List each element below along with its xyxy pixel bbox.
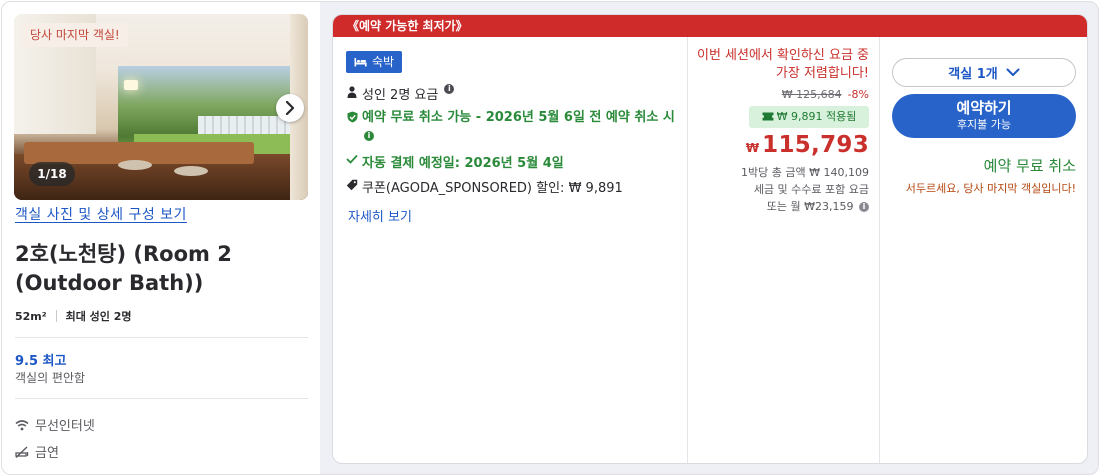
room-count-label: 객실 1개: [948, 67, 998, 82]
column-divider: [687, 37, 688, 463]
guest-rate-text: 성인 2명 요금: [362, 88, 439, 103]
free-cancel-policy-text: 예약 무료 취소 가능 - 2026년 5월 6일 전 예약 취소 시: [362, 110, 675, 125]
hurry-notice: 서두르세요, 당사 마지막 객실입니다!: [905, 182, 1076, 195]
divider: [15, 398, 308, 399]
coupon-applied-text: ₩ 9,891 적용됨: [776, 110, 857, 123]
room-offer-container: 당사 마지막 객실! 1/18 객실 사진 및 상세 구성 보기 2호(노천탕)…: [1, 1, 1099, 475]
discount-percent: -8%: [847, 88, 869, 101]
guest-rate-row: 성인 2명 요금 i: [346, 84, 455, 103]
tax-included-note: 세금 및 수수료 포함 요금: [753, 183, 869, 196]
photo-counter: 1/18: [29, 162, 75, 186]
rating-label: 객실의 편안함: [15, 371, 86, 385]
currency-symbol: ₩: [745, 141, 760, 155]
info-icon[interactable]: i: [364, 130, 374, 141]
lowest-price-ribbon: 《예약 가능한 최저가》: [333, 15, 1087, 37]
original-price: ₩ 125,684: [781, 88, 842, 101]
info-icon[interactable]: i: [444, 84, 455, 94]
photo-next-button[interactable]: [276, 94, 304, 122]
monthly-price: 또는 월 ₩23,159: [766, 200, 854, 213]
column-divider: [879, 37, 880, 463]
coupon-row: 쿠폰(AGODA_SPONSORED) 할인: ₩ 9,891: [346, 177, 623, 196]
current-price: ₩115,793: [695, 132, 869, 158]
last-room-badge: 당사 마지막 객실!: [22, 23, 128, 47]
room-name: 2호(노천탕) (Room 2 (Outdoor Bath)): [15, 242, 232, 295]
room-max-guests: 최대 성인 2명: [65, 310, 132, 323]
bed-icon: [354, 58, 367, 67]
no-smoking-icon: [15, 445, 29, 458]
tag-icon: [346, 179, 358, 191]
auto-payment-row: 자동 결제 예정일: 2026년 5월 4일: [346, 152, 564, 171]
rating-score: 9.5 최고: [15, 354, 67, 369]
room-info-column: 당사 마지막 객실! 1/18 객실 사진 및 상세 구성 보기 2호(노천탕)…: [2, 2, 320, 474]
amenity-label: 금연: [35, 446, 59, 461]
auto-payment-text: 자동 결제 예정일: 2026년 5월 4일: [362, 156, 564, 171]
amenity-wifi: 무선인터넷: [15, 415, 95, 434]
room-count-select[interactable]: 객실 1개: [892, 58, 1076, 87]
price-note: 이번 세션에서 확인하신 요금 중 가장 저렴합니다!: [696, 48, 869, 81]
details-link[interactable]: 자세히 보기: [348, 206, 412, 225]
room-meta: 52m² 최대 성인 2명: [15, 308, 132, 324]
chevron-right-icon: [285, 101, 295, 115]
shield-check-icon: [347, 111, 357, 123]
info-icon[interactable]: i: [859, 202, 869, 212]
stay-tag-label: 숙박: [372, 55, 395, 69]
per-night-total: 1박당 총 금액 ₩ 140,109: [741, 166, 869, 179]
check-icon: [346, 154, 358, 164]
chevron-down-icon: [1006, 68, 1020, 76]
book-button[interactable]: 예약하기 후지불 가능: [892, 94, 1076, 138]
room-size: 52m²: [15, 309, 47, 323]
divider: [15, 337, 308, 338]
current-price-value: 115,793: [762, 132, 869, 158]
monthly-price-row: 또는 월 ₩23,159 i: [695, 198, 869, 214]
original-price-row: ₩ 125,684 -8%: [695, 88, 869, 101]
free-cancel-label: 예약 무료 취소: [983, 157, 1076, 175]
book-button-label: 예약하기: [956, 99, 1012, 117]
book-button-sublabel: 후지불 가능: [956, 118, 1012, 131]
coupon-applied-badge: ₩ 9,891 적용됨: [749, 106, 869, 128]
free-cancel-policy-row: 예약 무료 취소 가능 - 2026년 5월 6일 전 예약 취소 시 i: [346, 109, 676, 145]
coupon-text: 쿠폰(AGODA_SPONSORED) 할인: ₩ 9,891: [362, 181, 623, 196]
person-icon: [347, 86, 357, 98]
offer-card: 《예약 가능한 최저가》 숙박 성인 2명 요금 i 예약 무료 취소 가능 -…: [332, 14, 1088, 464]
stay-tag: 숙박: [346, 51, 403, 73]
wifi-icon: [15, 419, 29, 430]
room-photos-link[interactable]: 객실 사진 및 상세 구성 보기: [15, 204, 187, 224]
amenity-label: 무선인터넷: [35, 419, 95, 434]
ticket-icon: [762, 112, 774, 121]
amenity-no-smoking: 금연: [15, 442, 59, 461]
